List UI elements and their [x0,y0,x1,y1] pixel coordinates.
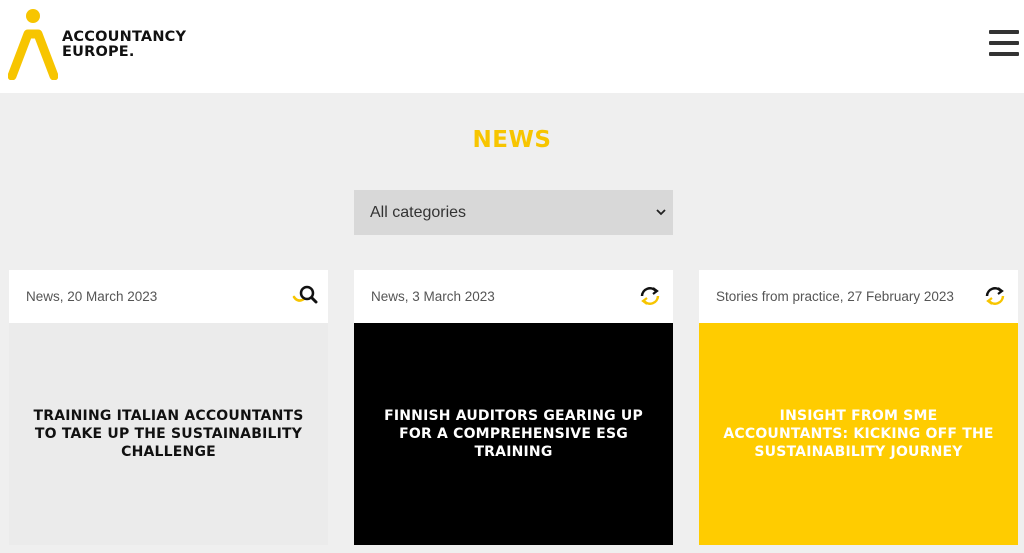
card-header: Stories from practice, 27 February 2023 [699,270,1018,323]
refresh-icon [640,287,660,305]
category-select-value: All categories [370,204,467,221]
card-body: FINNISH AUDITORS GEARING UP FOR A COMPRE… [354,323,673,545]
news-card[interactable]: News, 20 March 2023 TRAINING ITALIAN ACC… [9,270,328,545]
card-meta: Stories from practice, 27 February 2023 [716,289,954,304]
news-card[interactable]: News, 3 March 2023 FINNISH AUDITORS GEAR… [354,270,673,545]
card-header: News, 3 March 2023 [354,270,673,323]
card-title: TRAINING ITALIAN ACCOUNTANTS TO TAKE UP … [33,408,304,460]
accountancy-europe-logo[interactable]: ACCOUNTANCY EUROPE. [8,8,188,80]
card-meta: News, 20 March 2023 [26,289,158,304]
logo-line-2: EUROPE. [62,44,135,60]
logo-figure-icon [8,9,58,80]
card-header: News, 20 March 2023 [9,270,328,323]
card-meta: News, 3 March 2023 [371,289,495,304]
card-title: INSIGHT FROM SME ACCOUNTANTS: KICKING OF… [723,408,994,460]
magnifier-icon [292,285,318,304]
refresh-icon [985,287,1005,305]
page-title: NEWS [472,127,552,153]
chevron-down-icon [656,209,666,216]
logo-text: ACCOUNTANCY EUROPE. [62,30,186,60]
card-title: FINNISH AUDITORS GEARING UP FOR A COMPRE… [384,408,643,460]
news-card[interactable]: Stories from practice, 27 February 2023 … [699,270,1018,545]
card-body: INSIGHT FROM SME ACCOUNTANTS: KICKING OF… [699,323,1018,545]
site-header: ACCOUNTANCY EUROPE. [0,0,1024,93]
logo-line-1: ACCOUNTANCY [62,29,187,45]
category-select[interactable]: All categories [354,190,673,235]
card-body: TRAINING ITALIAN ACCOUNTANTS TO TAKE UP … [9,323,328,545]
menu-hamburger-icon[interactable] [989,30,1019,56]
